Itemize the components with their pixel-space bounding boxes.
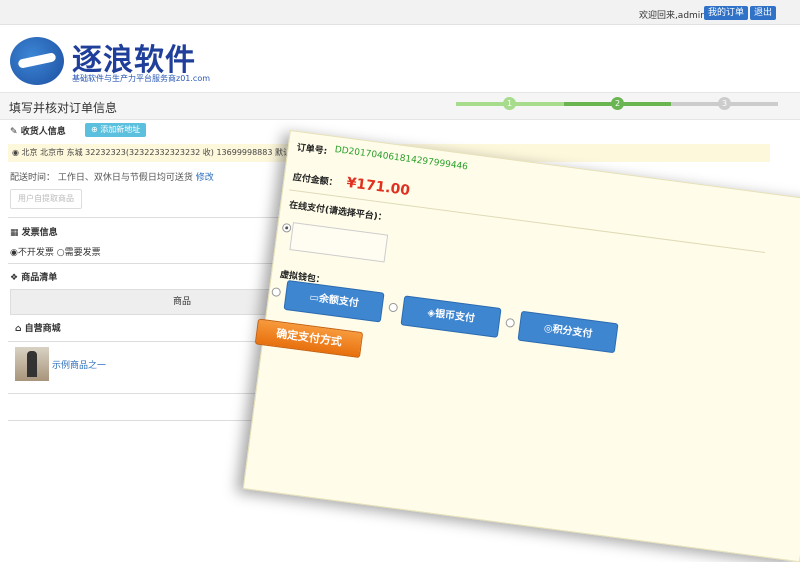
invoice-no-radio[interactable]: ◉ xyxy=(10,248,18,258)
balance-pay-button[interactable]: ▭余额支付 xyxy=(283,279,385,323)
address-radio[interactable]: ◉ xyxy=(12,148,19,157)
address-text: 北京 北京市 东城 32232323(32322332323232 收) 136… xyxy=(21,148,307,157)
points-pay-label: 积分支付 xyxy=(551,324,593,341)
self-pickup-button[interactable]: 用户自提取商品 xyxy=(10,189,82,209)
confirm-payment-button[interactable]: 确定支付方式 xyxy=(254,318,364,359)
shop-name: ⌂ 自营商城 xyxy=(15,321,61,334)
invoice-heading: ▦ 发票信息 xyxy=(10,225,58,238)
logout-button[interactable]: 退出 xyxy=(749,6,776,20)
step-3: 3 xyxy=(718,97,731,110)
shipping-label: 配送时间： xyxy=(10,173,56,183)
product-thumbnail[interactable] xyxy=(15,347,49,381)
welcome-text: 欢迎回来,admin xyxy=(638,11,706,21)
silver-pay-label: 银币支付 xyxy=(434,308,476,325)
home-icon: ⌂ xyxy=(15,324,22,334)
step-1: 1 xyxy=(503,97,516,110)
logo-subtitle: 基础软件与生产力平台服务商z01.com xyxy=(72,74,211,83)
balance-pay-label: 余额支付 xyxy=(318,293,360,310)
order-number-label: 订单号: xyxy=(296,143,328,157)
top-bar: 欢迎回来,admin 我的订单 退出 xyxy=(0,0,800,25)
logo-mark-icon xyxy=(10,37,64,85)
shipping-edit-link[interactable]: 修改 xyxy=(196,173,214,183)
consignee-heading-label: 收货人信息 xyxy=(20,127,66,137)
invoice-yes-radio[interactable]: ○ xyxy=(57,248,65,258)
balance-radio[interactable] xyxy=(271,287,282,298)
products-heading-label: 商品清单 xyxy=(21,273,58,283)
invoice-yes-label: 需要发票 xyxy=(64,248,101,258)
page-title: 填写并核对订单信息 xyxy=(9,101,118,115)
shipping-value: 工作日、双休日与节假日均可送货 xyxy=(57,173,193,183)
amount-due: ¥171.00 xyxy=(345,174,411,200)
silver-pay-button[interactable]: ◈银币支付 xyxy=(400,295,502,338)
payment-card: 订单号: DD20170406181429799944​6 应付金额： ¥171… xyxy=(242,130,800,562)
invoice-heading-label: 发票信息 xyxy=(21,228,58,238)
add-address-button[interactable]: ⊕ 添加新地址 xyxy=(85,123,147,137)
shipping-time: 配送时间： 工作日、双休日与节假日均可送货 修改 xyxy=(10,170,214,183)
divider xyxy=(8,263,298,264)
online-pay-radio[interactable] xyxy=(281,222,292,233)
add-address-label: 添加新地址 xyxy=(100,125,141,134)
product-name-link[interactable]: 示例商品之一 xyxy=(52,358,106,371)
cubes-icon: ❖ xyxy=(10,273,19,283)
my-orders-button[interactable]: 我的订单 xyxy=(703,6,748,20)
step-2: 2 xyxy=(611,97,624,110)
plus-icon: ⊕ xyxy=(91,125,98,134)
products-heading: ❖ 商品清单 xyxy=(10,270,57,283)
divider xyxy=(8,217,298,218)
divider xyxy=(8,393,288,394)
order-steps: 1 2 3 xyxy=(456,96,778,114)
points-pay-button[interactable]: ◎积分支付 xyxy=(517,310,619,354)
grid-icon: ▦ xyxy=(10,228,19,238)
platform-select-box[interactable] xyxy=(289,222,389,263)
consignee-heading: ✎ 收货人信息 xyxy=(10,124,66,137)
invoice-no-label: 不开发票 xyxy=(17,248,54,258)
amount-label: 应付金额： xyxy=(292,172,339,189)
edit-icon: ✎ xyxy=(10,127,18,137)
shop-name-label: 自营商城 xyxy=(24,324,61,334)
silver-radio[interactable] xyxy=(388,302,399,313)
points-radio[interactable] xyxy=(505,317,516,328)
invoice-options: ◉不开发票 ○需要发票 xyxy=(10,245,101,258)
divider xyxy=(8,341,288,342)
